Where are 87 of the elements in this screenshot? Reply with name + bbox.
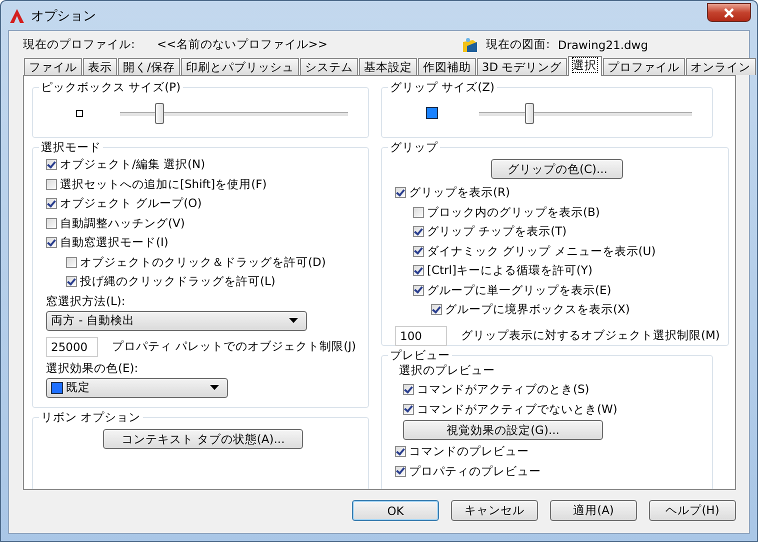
checkbox-label: オブジェクトのクリック＆ドラッグを許可(D) xyxy=(80,254,326,270)
group-title: グリップ サイズ(Z) xyxy=(389,80,496,95)
slider-thumb[interactable] xyxy=(155,102,164,124)
visual-effects-button[interactable]: 視覚効果の設定(G)... xyxy=(403,420,603,440)
tab[interactable]: 印刷とパブリッシュ xyxy=(180,58,299,75)
dropdown[interactable]: 両方 - 自動検出 xyxy=(46,310,307,330)
grip-color-button[interactable]: グリップの色(C)... xyxy=(491,159,624,179)
slider-thumb[interactable] xyxy=(524,102,534,124)
checkbox-label: プロパティのプレビュー xyxy=(409,464,541,479)
slider-track[interactable] xyxy=(479,102,692,124)
caret-icon xyxy=(210,385,219,390)
checkbox-label: グループに境界ボックスを表示(X) xyxy=(445,302,630,318)
profile-label: 現在のプロファイル: xyxy=(23,37,136,52)
tab[interactable]: システム xyxy=(300,58,358,75)
checkbox[interactable] xyxy=(66,256,77,268)
checkbox[interactable] xyxy=(395,466,406,477)
group-title: グリップ xyxy=(389,140,439,155)
checkbox-label: コマンドがアクティブでないとき(W) xyxy=(417,402,618,417)
checkbox-label: オブジェクト/編集 選択(N) xyxy=(60,157,206,172)
checkbox-label: 自動調整ハッチング(V) xyxy=(60,216,185,231)
close-icon xyxy=(723,8,735,18)
profile-name: <<名前のないプロファイル>> xyxy=(157,37,329,52)
checkbox[interactable] xyxy=(413,226,424,238)
checkbox[interactable] xyxy=(395,446,406,458)
drawing-label: 現在の図面: xyxy=(486,37,550,52)
color-swatch-icon xyxy=(51,382,63,394)
app-logo-icon xyxy=(9,8,25,24)
caret-icon xyxy=(289,318,298,323)
tab[interactable]: 基本設定 xyxy=(358,58,417,75)
window-title: オプション xyxy=(31,8,96,24)
tab[interactable]: 3D モデリング xyxy=(476,58,567,75)
checkbox[interactable] xyxy=(46,237,57,248)
slider-track[interactable] xyxy=(120,102,348,124)
dialog-button[interactable]: キャンセル xyxy=(451,500,538,521)
checkbox[interactable] xyxy=(403,404,414,415)
drawing-file-icon xyxy=(462,36,478,52)
checkbox[interactable] xyxy=(395,187,406,198)
dialog-button[interactable]: 適用(A) xyxy=(550,500,637,521)
tab[interactable]: 開く/保存 xyxy=(118,58,180,75)
group-title: リボン オプション xyxy=(40,410,142,425)
checkbox[interactable] xyxy=(413,246,424,257)
checkbox[interactable] xyxy=(403,384,414,396)
tab[interactable]: 選択 xyxy=(568,56,602,76)
checkbox[interactable] xyxy=(413,265,424,276)
checkbox[interactable] xyxy=(431,304,442,316)
grip-preview-icon xyxy=(426,107,438,119)
checkbox-label: 自動窓選択モード(I) xyxy=(60,235,168,250)
tab[interactable]: 表示 xyxy=(83,58,117,75)
tab[interactable]: ファイル xyxy=(24,58,82,75)
field-label: 選択効果の色(E): xyxy=(46,360,140,376)
checkbox[interactable] xyxy=(46,218,57,229)
group-title: ピックボックス サイズ(P) xyxy=(40,80,182,95)
group-title: プレビュー xyxy=(389,348,451,363)
field-label: 窓選択方法(L): xyxy=(46,294,126,310)
drawing-name: Drawing21.dwg xyxy=(558,38,648,52)
checkbox-label: ダイナミック グリップ メニューを表示(U) xyxy=(427,244,656,259)
tab[interactable]: オンライン xyxy=(686,58,756,75)
checkbox[interactable] xyxy=(46,198,57,210)
pickbox-preview-icon xyxy=(76,110,83,116)
tab[interactable]: プロファイル xyxy=(602,58,685,75)
checkbox[interactable] xyxy=(46,178,57,190)
checkbox[interactable] xyxy=(413,206,424,218)
field-label: グリップ表示に対するオブジェクト選択制限(M) xyxy=(461,328,720,343)
checkbox-label: 投げ縄のクリックドラッグを許可(L) xyxy=(80,274,276,290)
checkbox[interactable] xyxy=(46,159,57,170)
group-title: 選択モード xyxy=(40,140,102,155)
field-label: プロパティ パレットでのオブジェクト制限(J) xyxy=(112,339,356,354)
checkbox-label: グリップ チップを表示(T) xyxy=(427,224,567,240)
checkbox-label: [Ctrl]キーによる循環を許可(Y) xyxy=(427,263,592,278)
checkbox[interactable] xyxy=(66,276,77,288)
checkbox-label: グリップを表示(R) xyxy=(409,185,510,200)
input-field[interactable]: 100 xyxy=(395,326,447,346)
dialog-button[interactable]: OK xyxy=(352,500,439,521)
checkbox-label: オブジェクト グループ(O) xyxy=(60,196,202,212)
checkbox-label: グループに単一グリップを表示(E) xyxy=(427,282,612,298)
checkbox-label: コマンドがアクティブのとき(S) xyxy=(417,382,590,398)
tab[interactable]: 作図補助 xyxy=(418,58,476,75)
dropdown[interactable]: 既定 xyxy=(46,378,228,398)
input-field[interactable]: 25000 xyxy=(46,336,98,356)
checkbox-label: 選択セットへの追加に[Shift]を使用(F) xyxy=(60,176,267,192)
close-button[interactable] xyxy=(707,3,751,22)
section-label: 選択のプレビュー xyxy=(398,363,496,379)
checkbox-label: ブロック内のグリップを表示(B) xyxy=(427,204,600,220)
checkbox[interactable] xyxy=(413,284,424,296)
context-tab-state-button[interactable]: コンテキスト タブの状態(A)... xyxy=(103,429,303,449)
checkbox-label: コマンドのプレビュー xyxy=(409,444,529,460)
dialog-button[interactable]: ヘルプ(H) xyxy=(649,500,736,521)
